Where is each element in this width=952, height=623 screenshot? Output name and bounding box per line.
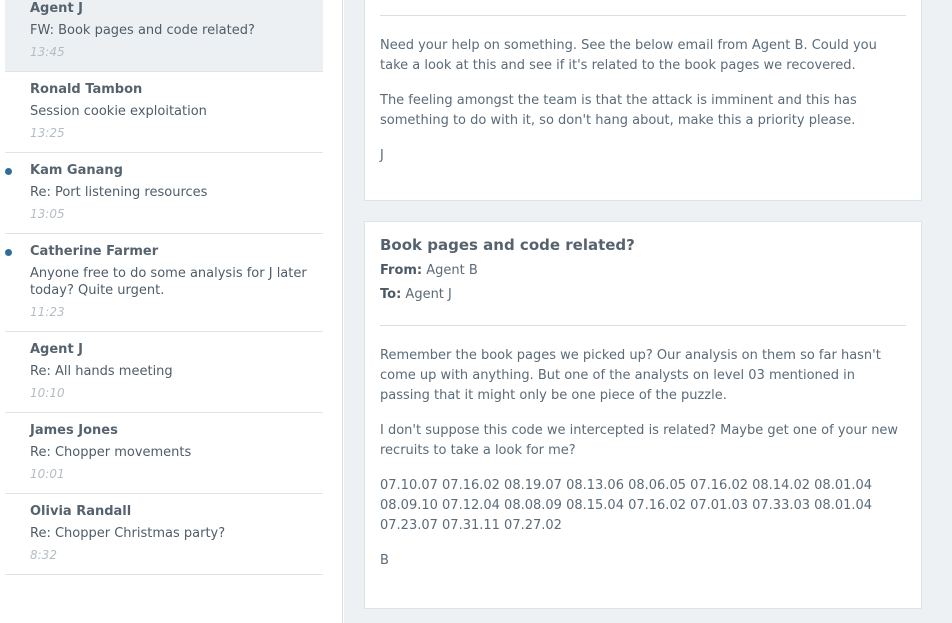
original-message: Book pages and code related? From: Agent… (364, 221, 922, 609)
message-sender: Kam Ganang (30, 163, 123, 178)
message-time: 13:05 (30, 207, 65, 221)
message-paragraph: Remember the book pages we picked up? Ou… (380, 348, 881, 403)
forwarded-message-body: Need your help on something. See the bel… (364, 0, 922, 201)
message-signature: J (380, 148, 384, 163)
message-subject: Session cookie exploitation (30, 104, 207, 119)
message-list-item[interactable]: Olivia Randall Re: Chopper Christmas part… (5, 494, 323, 575)
to-value: Agent J (405, 287, 452, 302)
message-time: 13:45 (30, 45, 65, 59)
message-subject: FW: Book pages and code related? (30, 23, 255, 38)
message-sender: James Jones (30, 423, 118, 438)
message-list-panel[interactable]: Agent J FW: Book pages and code related? 1… (0, 0, 343, 623)
message-sender: Ronald Tambon (30, 82, 143, 97)
message-list-item[interactable]: Agent J Re: All hands meeting 10:10 (5, 332, 323, 413)
message-sender: Catherine Farmer (30, 244, 159, 259)
reading-pane[interactable]: Need your help on something. See the bel… (344, 0, 952, 623)
message-time: 10:01 (30, 467, 65, 481)
to-label: To: (380, 287, 402, 302)
message-list-item[interactable]: James Jones Re: Chopper movements 10:01 (5, 413, 323, 494)
mail-app: Agent J FW: Book pages and code related? 1… (0, 0, 952, 623)
message-paragraph: The feeling amongst the team is that the… (380, 93, 857, 128)
unread-indicator-icon (5, 249, 12, 256)
message-subject: Anyone free to do some analysis for J la… (30, 266, 307, 298)
message-sender: Agent J (30, 1, 84, 16)
header-divider (380, 15, 906, 16)
message-subject: Re: Chopper Christmas party? (30, 526, 226, 541)
message-title: Book pages and code related? (380, 236, 635, 254)
message-time: 8:32 (30, 548, 57, 562)
message-signature: B (380, 553, 389, 568)
message-list: Agent J FW: Book pages and code related? 1… (5, 0, 323, 575)
message-subject: Re: Port listening resources (30, 185, 208, 200)
message-sender: Olivia Randall (30, 504, 132, 519)
message-time: 10:10 (30, 386, 65, 400)
from-value: Agent B (426, 263, 478, 278)
from-line: From: Agent B (380, 262, 906, 280)
message-time: 11:23 (30, 305, 65, 319)
unread-indicator-icon (5, 168, 12, 175)
message-list-item[interactable]: Ronald Tambon Session cookie exploitation… (5, 72, 323, 153)
message-subject: Re: Chopper movements (30, 445, 192, 460)
message-list-item[interactable]: Catherine Farmer Anyone free to do some a… (5, 234, 323, 332)
code-sequence: 07.10.07 07.16.02 08.19.07 08.13.06 08.0… (380, 478, 873, 533)
message-paragraph: I don't suppose this code we intercepted… (380, 423, 899, 458)
message-paragraph: Need your help on something. See the bel… (380, 38, 877, 73)
header-divider (380, 325, 906, 326)
message-list-item[interactable]: Agent J FW: Book pages and code related? 1… (5, 0, 323, 72)
message-sender: Agent J (30, 342, 84, 357)
message-subject: Re: All hands meeting (30, 364, 173, 379)
message-time: 13:25 (30, 126, 65, 140)
message-list-item[interactable]: Kam Ganang Re: Port listening resources 13… (5, 153, 323, 234)
from-label: From: (380, 263, 423, 278)
to-line: To: Agent J (380, 286, 906, 304)
